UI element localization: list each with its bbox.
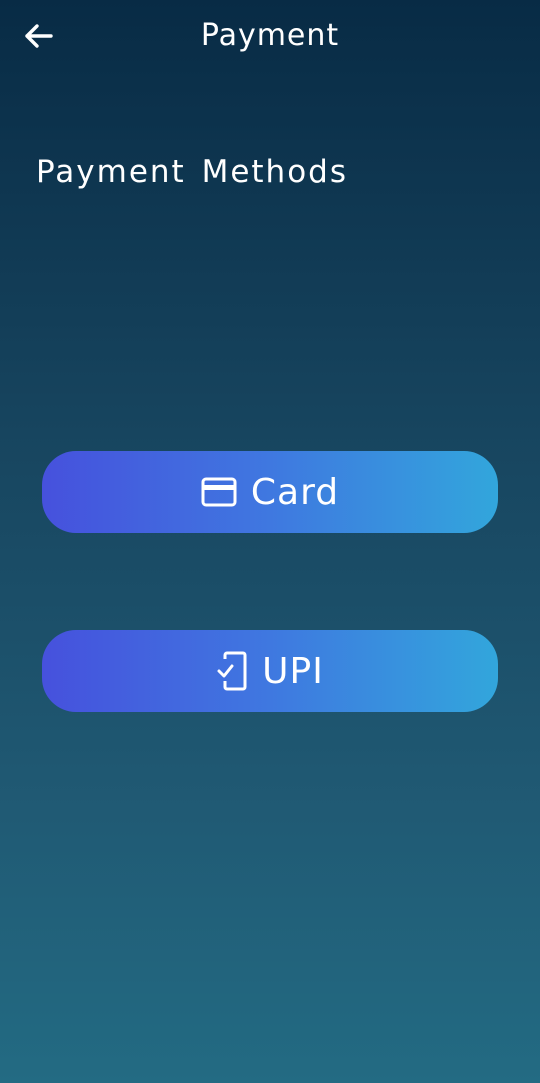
credit-card-icon — [201, 477, 237, 507]
upi-button-label: UPI — [262, 650, 324, 692]
card-payment-button[interactable]: Card — [42, 451, 498, 533]
card-button-label: Card — [250, 471, 340, 513]
app-bar: Payment — [0, 0, 540, 76]
mobile-check-icon — [216, 651, 248, 691]
section-title: Payment Methods — [36, 154, 348, 190]
upi-payment-button[interactable]: UPI — [42, 630, 498, 712]
page-title: Payment — [200, 18, 340, 53]
